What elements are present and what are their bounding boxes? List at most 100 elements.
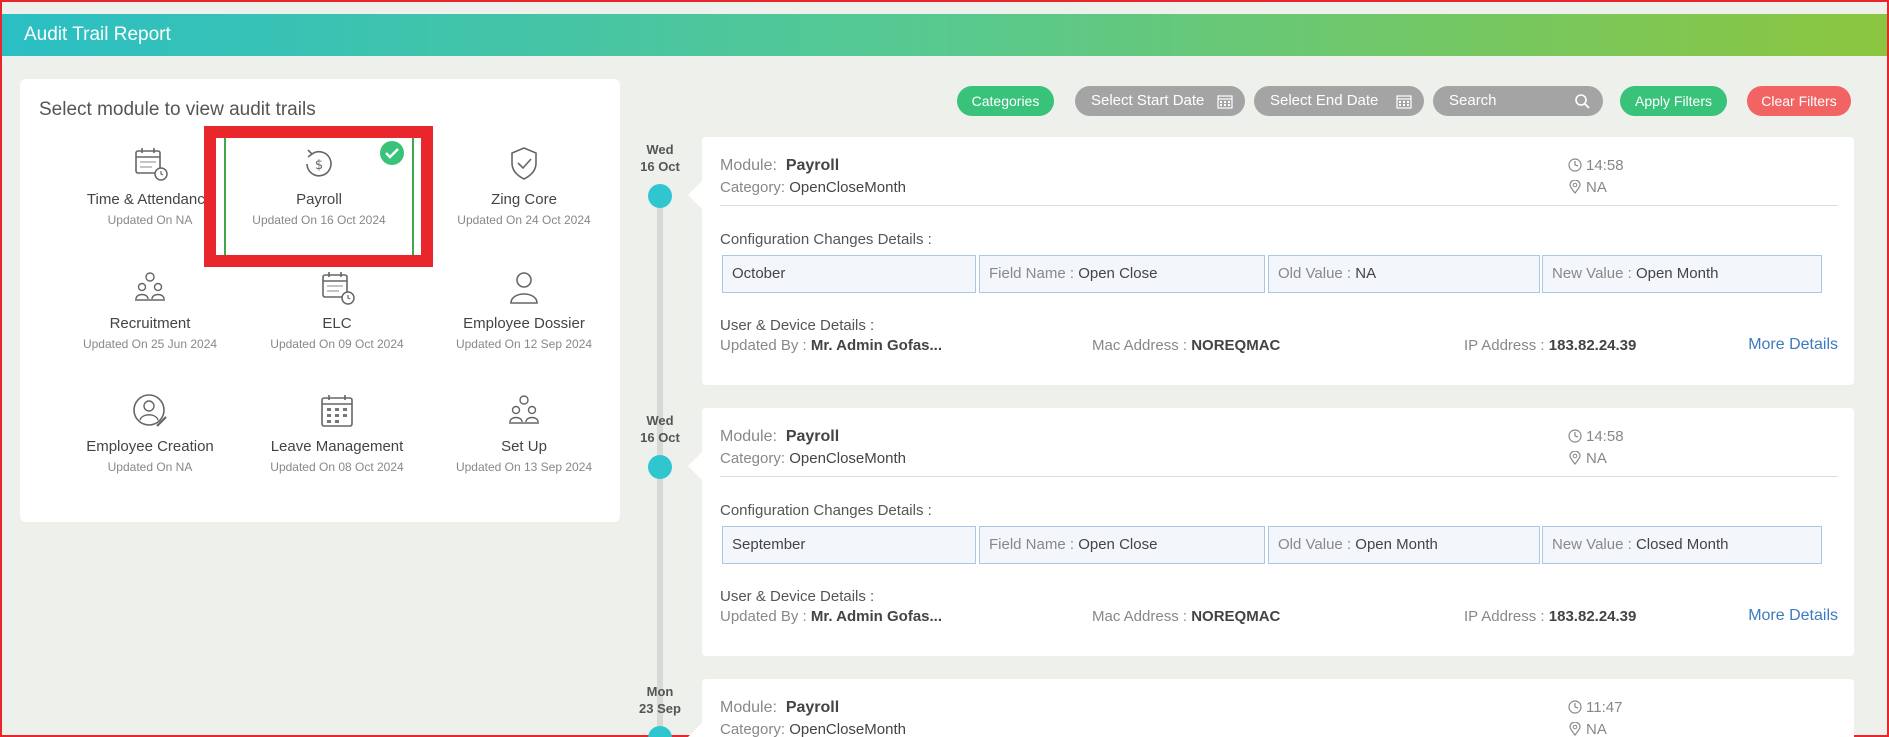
module-label: Module:: [720, 699, 777, 716]
category-value: OpenCloseMonth: [789, 721, 906, 737]
mac-address-value: NOREQMAC: [1191, 337, 1281, 354]
calendar-clock-icon: [135, 148, 168, 181]
location-pin-icon: [1569, 180, 1581, 194]
mac-address: Mac Address : NOREQMAC: [1092, 608, 1281, 625]
module-panel-heading: Select module to view audit trails: [39, 99, 316, 120]
timeline-date-value: 16 Oct: [640, 159, 680, 174]
search-input[interactable]: Search: [1433, 86, 1603, 116]
timeline-day: Mon: [646, 684, 674, 699]
timeline-date: Mon 23 Sep: [632, 683, 688, 717]
svg-text:$: $: [315, 158, 323, 173]
audit-entry-card: Module: Payroll Category: OpenCloseMonth…: [688, 679, 1854, 737]
module-name: Set Up: [501, 438, 547, 455]
category-label: Category:: [720, 450, 786, 467]
clear-filters-button[interactable]: Clear Filters: [1747, 86, 1851, 116]
timeline-day: Wed: [646, 413, 674, 428]
time-value: 14:58: [1586, 157, 1624, 174]
updated-by-value: Mr. Admin Gofas...: [810, 337, 943, 354]
module-value: Payroll: [785, 157, 840, 174]
module-tile-set-up[interactable]: Set Up Updated On 13 Sep 2024: [430, 392, 618, 502]
apply-filters-button[interactable]: Apply Filters: [1620, 86, 1727, 116]
module-tile-leave-management[interactable]: Leave Management Updated On 08 Oct 2024: [243, 392, 431, 502]
module-name: ELC: [322, 315, 352, 332]
people-meeting-icon: [135, 272, 165, 301]
more-details-link[interactable]: More Details: [1748, 336, 1838, 354]
audit-entry-card: Module: Payroll Category: OpenCloseMonth…: [688, 408, 1854, 656]
module-line: Module: Payroll: [720, 157, 839, 175]
module-tile-zing-core[interactable]: Zing Core Updated On 24 Oct 2024: [430, 145, 618, 255]
user-device-title: User & Device Details :: [720, 588, 875, 605]
start-date-picker[interactable]: Select Start Date: [1075, 86, 1245, 116]
page-title: Audit Trail Report: [24, 24, 171, 45]
module-label: Module:: [720, 428, 777, 445]
location-value: NA: [1586, 450, 1607, 467]
search-placeholder: Search: [1449, 92, 1497, 109]
module-updated: Updated On 13 Sep 2024: [455, 460, 593, 474]
updated-by-value: Mr. Admin Gofas...: [810, 608, 943, 625]
module-label: Module:: [720, 157, 777, 174]
ip-address: IP Address : 183.82.24.39: [1464, 337, 1637, 354]
module-line: Module: Payroll: [720, 428, 839, 446]
clock-icon: [1568, 429, 1582, 443]
person-icon: [510, 272, 538, 304]
shield-check-icon: [511, 147, 537, 180]
divider: [720, 205, 1838, 206]
timeline-date-value: 16 Oct: [640, 430, 680, 445]
timeline-dot: [648, 184, 672, 208]
check-icon: [380, 141, 404, 165]
categories-button[interactable]: Categories: [957, 86, 1054, 116]
ip-address-value: 183.82.24.39: [1548, 608, 1637, 625]
person-edit-icon: [133, 394, 167, 427]
category-line: Category: OpenCloseMonth: [720, 179, 906, 196]
module-tile-payroll[interactable]: $ Payroll Updated On 16 Oct 2024: [224, 137, 414, 255]
entry-time: 14:58: [1568, 428, 1624, 445]
calendar-grid-icon: [321, 395, 353, 427]
config-new-value: New Value : Open Month: [1542, 255, 1822, 293]
category-label: Category:: [720, 179, 786, 196]
module-name: Payroll: [296, 191, 342, 208]
calendar-clock-icon: [322, 272, 355, 305]
config-field-name: Field Name : Open Close: [979, 526, 1265, 564]
timeline-dot: [648, 726, 672, 737]
category-line: Category: OpenCloseMonth: [720, 450, 906, 467]
header-bar: Audit Trail Report: [2, 14, 1887, 56]
location-value: NA: [1586, 721, 1607, 737]
module-value: Payroll: [785, 428, 840, 445]
time-value: 14:58: [1586, 428, 1624, 445]
config-field-name: Field Name : Open Close: [979, 255, 1265, 293]
timeline-dot: [648, 455, 672, 479]
location-value: NA: [1586, 179, 1607, 196]
timeline-date: Wed 16 Oct: [632, 412, 688, 446]
module-panel: Select module to view audit trails Time …: [20, 79, 620, 522]
config-changes-title: Configuration Changes Details :: [720, 502, 932, 519]
module-tile-time-attendance[interactable]: Time & Attendance Updated On NA: [56, 145, 244, 255]
entry-location: NA: [1568, 450, 1607, 467]
module-name: Recruitment: [109, 315, 191, 332]
module-tile-recruitment[interactable]: Recruitment Updated On 25 Jun 2024: [56, 269, 244, 379]
start-date-label: Select Start Date: [1091, 92, 1205, 109]
config-changes-title: Configuration Changes Details :: [720, 231, 932, 248]
config-new-value: New Value : Closed Month: [1542, 526, 1822, 564]
module-tile-employee-creation[interactable]: Employee Creation Updated On NA: [56, 392, 244, 502]
module-tile-elc[interactable]: ELC Updated On 09 Oct 2024: [243, 269, 431, 379]
updated-by: Updated By : Mr. Admin Gofas...: [720, 608, 943, 625]
module-name: Employee Dossier: [463, 315, 585, 332]
more-details-link[interactable]: More Details: [1748, 607, 1838, 625]
calendar-icon: [1217, 95, 1233, 109]
module-updated: Updated On 24 Oct 2024: [457, 213, 591, 227]
end-date-picker[interactable]: Select End Date: [1254, 86, 1424, 116]
config-old-value: Old Value : NA: [1268, 255, 1540, 293]
module-updated: Updated On NA: [107, 213, 193, 227]
timeline-date-value: 23 Sep: [639, 701, 681, 716]
ip-address: IP Address : 183.82.24.39: [1464, 608, 1637, 625]
module-tile-employee-dossier[interactable]: Employee Dossier Updated On 12 Sep 2024: [430, 269, 618, 379]
dollar-refresh-icon: $: [306, 149, 332, 177]
module-updated: Updated On 12 Sep 2024: [455, 337, 593, 351]
module-line: Module: Payroll: [720, 699, 839, 717]
module-value: Payroll: [785, 699, 840, 716]
entry-time: 14:58: [1568, 157, 1624, 174]
category-label: Category:: [720, 721, 786, 737]
people-meeting-icon: [509, 395, 539, 424]
module-name: Leave Management: [270, 438, 404, 455]
module-name: Employee Creation: [86, 438, 214, 455]
